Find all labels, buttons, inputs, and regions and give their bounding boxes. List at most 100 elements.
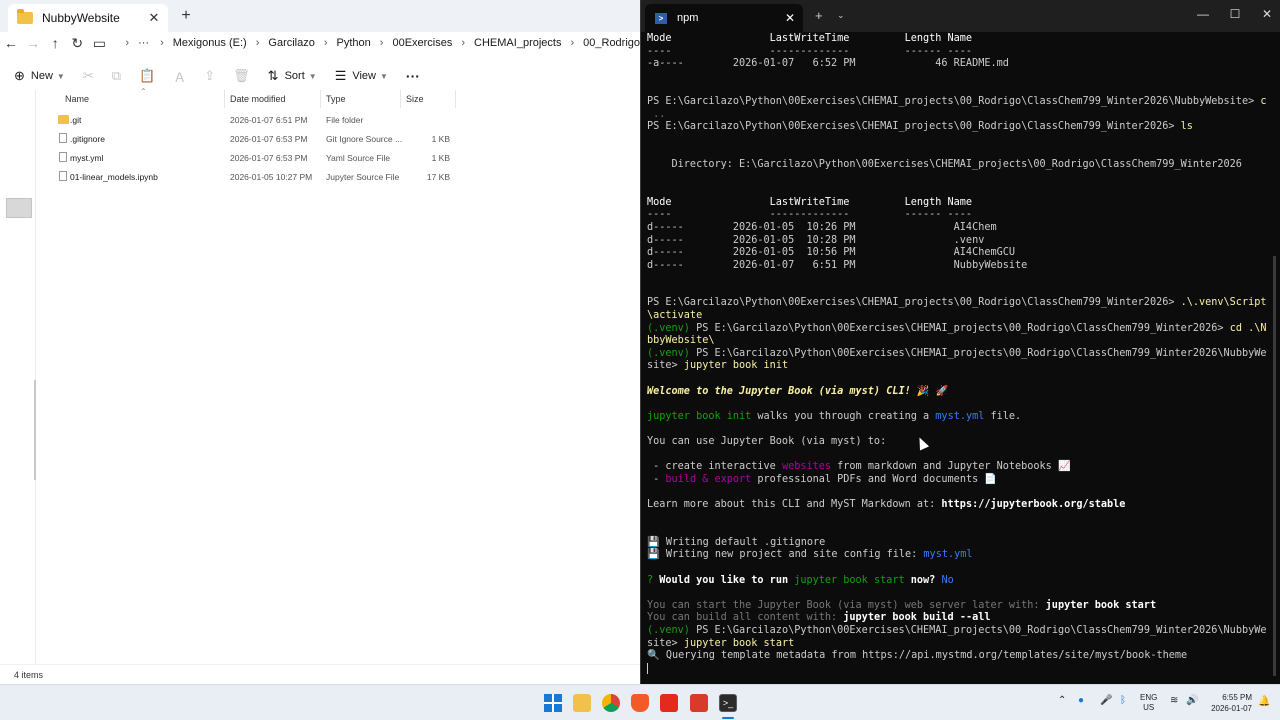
- file-row[interactable]: myst.yml 2026-01-07 6:53 PM Yaml Source …: [44, 149, 464, 167]
- breadcrumb-garcilazo[interactable]: Garcilazo: [268, 37, 314, 49]
- chrome-taskbar-icon[interactable]: [602, 694, 620, 712]
- windows-logo-icon: [554, 704, 562, 712]
- rename-icon[interactable]: Ａ: [173, 67, 186, 86]
- breadcrumb-chemai[interactable]: CHEMAI_projects: [474, 37, 561, 49]
- app-taskbar-icon[interactable]: [690, 694, 708, 712]
- chevron-down-icon: ▼: [380, 71, 388, 81]
- column-header-name[interactable]: Name: [65, 94, 89, 104]
- column-divider[interactable]: [455, 90, 456, 108]
- close-window-button[interactable]: ✕: [1259, 7, 1275, 21]
- terminal-line: \activate: [647, 310, 1267, 323]
- terminal-text: ?: [647, 574, 660, 586]
- language-code: ENG: [1140, 693, 1158, 702]
- file-row[interactable]: .gitignore 2026-01-07 6:53 PM Git Ignore…: [44, 130, 464, 148]
- nav-pane-scrollbar[interactable]: [34, 380, 36, 480]
- terminal-line: 💾 Writing default .gitignore: [647, 537, 1267, 550]
- cut-icon[interactable]: ✂: [83, 68, 94, 84]
- new-tab-button[interactable]: +: [176, 6, 196, 26]
- clock-date: 2026-01-07: [1211, 704, 1252, 713]
- column-divider[interactable]: [400, 90, 401, 108]
- sort-button[interactable]: ⇅ Sort ▼: [268, 68, 317, 84]
- terminal-text: https://jupyterbook.org/stable: [941, 498, 1126, 510]
- explorer-tab[interactable]: NubbyWebsite ✕: [8, 4, 168, 32]
- microphone-icon[interactable]: 🎤: [1100, 695, 1112, 706]
- sort-icon: ⇅: [267, 68, 279, 83]
- delete-icon[interactable]: 🗑: [233, 68, 250, 84]
- column-divider[interactable]: [224, 90, 225, 108]
- file-row[interactable]: .git 2026-01-07 6:51 PM File folder: [44, 111, 464, 129]
- new-terminal-tab-button[interactable]: +: [815, 8, 823, 23]
- chevron-down-icon[interactable]: ⌄: [837, 10, 845, 21]
- monitor-icon[interactable]: ▭: [88, 35, 110, 52]
- terminal-text: professional PDFs and Word documents 📄: [751, 473, 998, 485]
- view-button[interactable]: ☰ View ▼: [335, 68, 388, 84]
- breadcrumb-exercises[interactable]: 00Exercises: [392, 37, 452, 49]
- paste-icon[interactable]: 📋: [139, 68, 155, 84]
- view-icon: ☰: [334, 68, 347, 83]
- terminal-text: jupyter book init: [647, 410, 752, 422]
- minimize-button[interactable]: —: [1195, 7, 1211, 21]
- close-tab-icon[interactable]: ✕: [785, 11, 795, 25]
- terminal-line: (.venv) PS E:\Garcilazo\Python\00Exercis…: [647, 323, 1267, 336]
- share-icon[interactable]: ⇪: [204, 68, 215, 84]
- column-header-size[interactable]: Size: [406, 94, 424, 104]
- new-button[interactable]: ⊕ New ▼: [14, 68, 65, 84]
- terminal-line: Mode LastWriteTime Length Name: [647, 197, 1267, 210]
- chevron-right-icon: ›: [379, 37, 384, 49]
- more-options-button[interactable]: ···: [406, 68, 420, 84]
- taskbar: >_ ⌃ ● 🎤 ᛒ ENG US ≋ 🔊 6:55 PM 2026-01-07…: [0, 684, 1280, 720]
- chevron-right-icon: ›: [125, 37, 130, 49]
- terminal-line: d----- 2026-01-07 6:51 PM NubbyWebsite: [647, 260, 1267, 273]
- terminal-text: PS E:\Garcilazo\Python\00Exercises\CHEMA…: [647, 95, 1261, 107]
- breadcrumb-drive[interactable]: Mexigonus (E:): [173, 37, 247, 49]
- terminal-text: jupyter book start: [1045, 599, 1157, 611]
- terminal-tab[interactable]: > npm ✕: [645, 4, 803, 32]
- brave-taskbar-icon[interactable]: [631, 694, 649, 712]
- volume-icon[interactable]: 🔊: [1186, 695, 1198, 706]
- terminal-output[interactable]: Mode LastWriteTime Length Name ---- -----…: [647, 33, 1267, 683]
- pdf-reader-taskbar-icon[interactable]: [660, 694, 678, 712]
- forward-button[interactable]: →: [22, 35, 44, 51]
- maximize-button[interactable]: ☐: [1227, 7, 1243, 21]
- language-indicator[interactable]: ENG US: [1140, 693, 1157, 713]
- notification-bell-icon[interactable]: 🔔: [1258, 696, 1270, 707]
- terminal-line: site> jupyter book start: [647, 638, 1267, 651]
- terminal-line: jupyter book init walks you through crea…: [647, 411, 1267, 424]
- column-header-type[interactable]: Type: [326, 94, 346, 104]
- file-explorer-taskbar-icon[interactable]: [573, 694, 591, 712]
- back-button[interactable]: ←: [0, 35, 22, 51]
- terminal-taskbar-icon[interactable]: >_: [719, 694, 737, 712]
- terminal-tab-title: npm: [677, 12, 699, 24]
- terminal-line: Directory: E:\Garcilazo\Python\00Exercis…: [647, 159, 1267, 172]
- system-clock[interactable]: 6:55 PM 2026-01-07: [1204, 692, 1252, 714]
- terminal-text: ..: [647, 108, 666, 120]
- terminal-line: You can start the Jupyter Book (via myst…: [647, 600, 1267, 613]
- start-button[interactable]: [544, 694, 562, 712]
- up-button[interactable]: ↑: [44, 35, 66, 51]
- breadcrumb-rodrigo[interactable]: 00_Rodrigo: [583, 37, 640, 49]
- breadcrumb-python[interactable]: Python: [337, 37, 371, 49]
- close-tab-icon[interactable]: ✕: [146, 10, 162, 26]
- terminal-text: walks you through creating a: [751, 410, 936, 422]
- column-header-date[interactable]: Date modified: [230, 94, 286, 104]
- terminal-text: site>: [647, 360, 684, 372]
- terminal-scrollbar[interactable]: [1273, 256, 1276, 676]
- bluetooth-icon[interactable]: ᛒ: [1120, 695, 1126, 706]
- region-code: US: [1143, 703, 1155, 712]
- sort-label: Sort: [284, 70, 305, 82]
- zoom-icon[interactable]: ●: [1078, 695, 1084, 706]
- chevron-up-icon[interactable]: ⌃: [1058, 695, 1066, 706]
- breadcrumb-more[interactable]: ···: [138, 37, 149, 49]
- copy-icon[interactable]: ⧉: [112, 68, 121, 84]
- terminal-text: Would you like to run: [659, 574, 795, 586]
- column-divider[interactable]: [320, 90, 321, 108]
- terminal-line: Welcome to the Jupyter Book (via myst) C…: [647, 386, 1267, 399]
- file-row[interactable]: 01-linear_models.ipynb 2026-01-05 10:27 …: [44, 168, 464, 186]
- wifi-icon[interactable]: ≋: [1170, 695, 1178, 706]
- refresh-button[interactable]: ↻: [66, 35, 88, 52]
- nav-pane-selected-item[interactable]: [6, 198, 32, 218]
